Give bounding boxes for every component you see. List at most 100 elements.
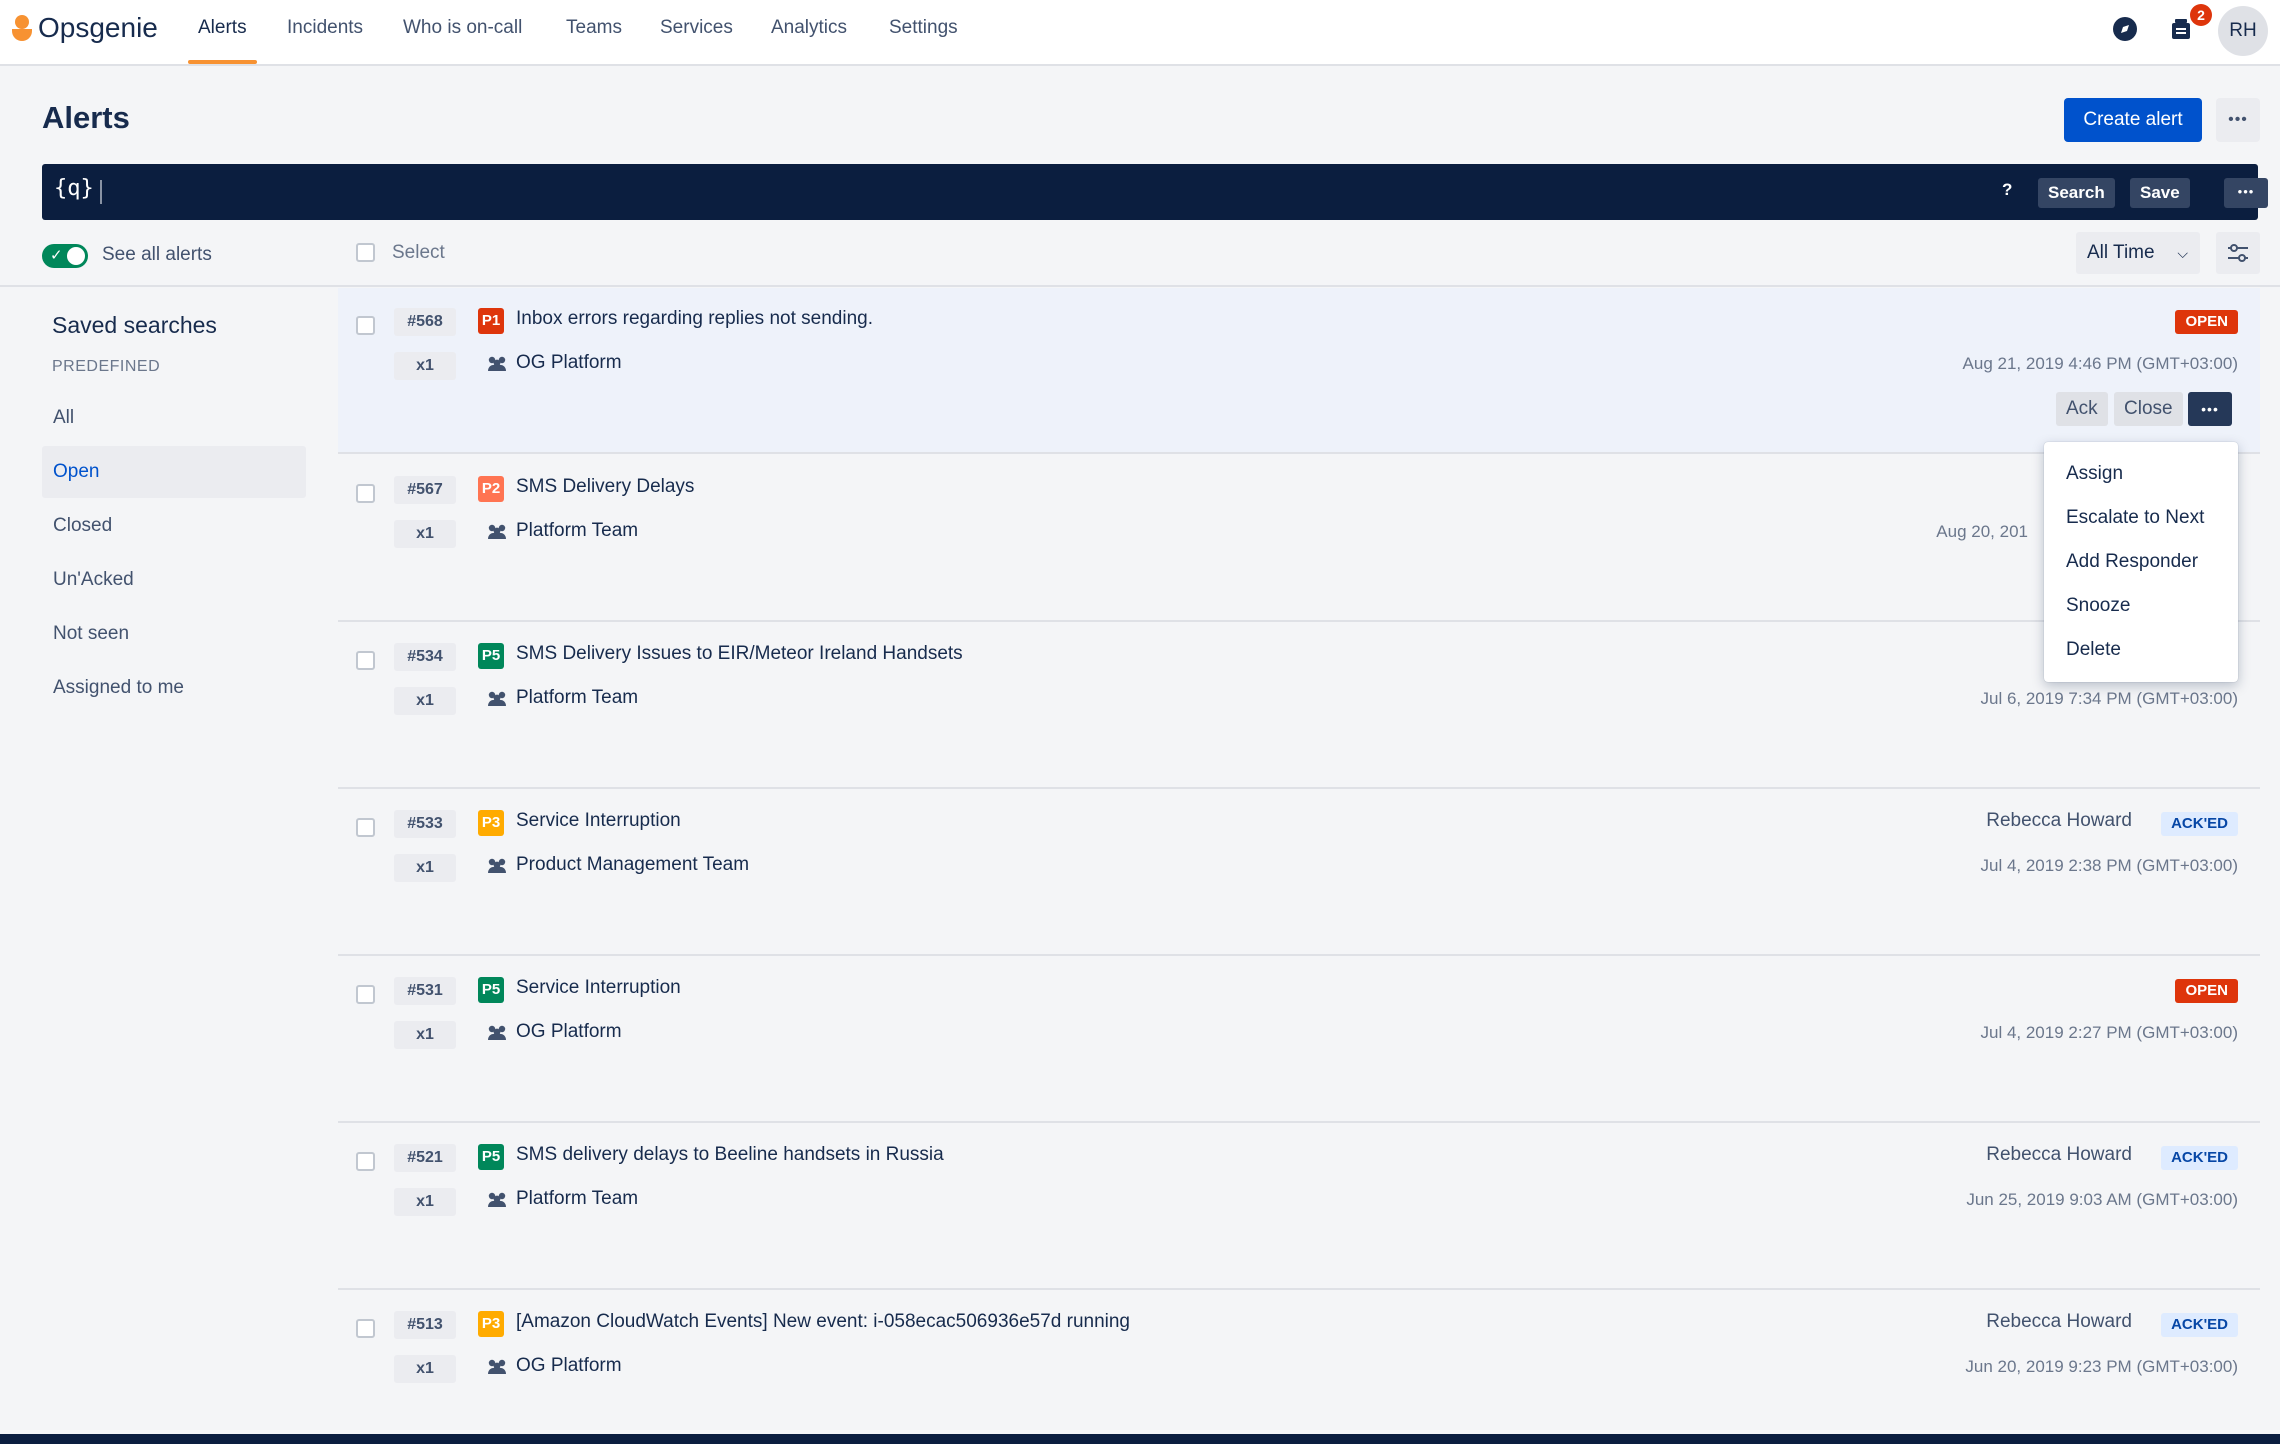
alert-checkbox[interactable]: [356, 316, 375, 335]
nav-settings[interactable]: Settings: [889, 0, 958, 64]
team-icon: [488, 691, 506, 706]
team-icon: [488, 356, 506, 371]
opsgenie-logo-icon: [12, 13, 32, 43]
app-name: Opsgenie: [38, 12, 158, 43]
alert-checkbox[interactable]: [356, 985, 375, 1004]
search-input[interactable]: [108, 174, 2008, 210]
select-all-checkbox[interactable]: [356, 243, 375, 262]
menu-item-delete[interactable]: Delete: [2044, 628, 2238, 672]
alert-timestamp: Aug 21, 2019 4:46 PM (GMT+03:00): [1962, 354, 2238, 373]
alert-checkbox[interactable]: [356, 1152, 375, 1171]
save-search-button[interactable]: Save: [2130, 178, 2190, 208]
priority-badge: P5: [478, 977, 504, 1003]
search-help-button[interactable]: ?: [2002, 180, 2012, 200]
alert-row[interactable]: #521 x1 P5 SMS delivery delays to Beelin…: [338, 1124, 2260, 1290]
sidebar-item-not-seen[interactable]: Not seen: [42, 608, 306, 660]
page-title: Alerts: [42, 100, 130, 135]
compass-icon[interactable]: [2110, 14, 2140, 44]
query-icon: {q}: [54, 176, 94, 201]
sidebar-item-unacked[interactable]: Un'Acked: [42, 554, 306, 606]
sidebar-item-assigned-to-me[interactable]: Assigned to me: [42, 662, 306, 714]
avatar[interactable]: RH: [2218, 6, 2268, 56]
status-badge: OPEN: [2175, 310, 2238, 334]
alert-id: #534: [394, 643, 456, 671]
sidebar-item-all[interactable]: All: [42, 392, 306, 444]
search-more-button[interactable]: [2224, 178, 2268, 208]
priority-badge: P1: [478, 308, 504, 334]
alert-row[interactable]: #531 x1 P5 Service Interruption OG Platf…: [338, 957, 2260, 1123]
alert-message[interactable]: Service Interruption: [516, 977, 681, 999]
notifications-badge: 2: [2190, 4, 2212, 26]
search-button[interactable]: Search: [2038, 178, 2115, 208]
alert-owner: Rebecca Howard: [1986, 1311, 2132, 1332]
status-badge: ACK'ED: [2161, 1146, 2238, 1170]
nav-incidents[interactable]: Incidents: [287, 0, 363, 64]
alert-message[interactable]: SMS Delivery Delays: [516, 476, 694, 498]
row-actions-menu: Assign Escalate to Next Add Responder Sn…: [2044, 442, 2238, 682]
alert-message[interactable]: SMS Delivery Issues to EIR/Meteor Irelan…: [516, 643, 963, 665]
alert-count: x1: [394, 687, 456, 715]
status-badge: OPEN: [2175, 979, 2238, 1003]
sidebar-item-open[interactable]: Open: [42, 446, 306, 498]
check-icon: ✓: [50, 247, 63, 264]
alert-checkbox[interactable]: [356, 818, 375, 837]
team-icon: [488, 858, 506, 873]
menu-item-add-responder[interactable]: Add Responder: [2044, 540, 2238, 584]
alert-row[interactable]: #568 x1 P1 Inbox errors regarding replie…: [338, 288, 2260, 454]
menu-item-assign[interactable]: Assign: [2044, 452, 2238, 496]
priority-badge: P5: [478, 1144, 504, 1170]
alert-message[interactable]: [Amazon CloudWatch Events] New event: i-…: [516, 1311, 1130, 1333]
nav-analytics[interactable]: Analytics: [771, 0, 847, 64]
alert-checkbox[interactable]: [356, 1319, 375, 1338]
alert-message[interactable]: Inbox errors regarding replies not sendi…: [516, 308, 873, 330]
row-more-button[interactable]: [2188, 392, 2232, 426]
opsgenie-logo[interactable]: Opsgenie: [12, 12, 158, 44]
sliders-icon: [2228, 244, 2248, 262]
sidebar-item-closed[interactable]: Closed: [42, 500, 306, 552]
alert-timestamp: Jun 25, 2019 9:03 AM (GMT+03:00): [1966, 1190, 2238, 1209]
alert-row[interactable]: #533 x1 P3 Service Interruption Product …: [338, 790, 2260, 956]
alert-checkbox[interactable]: [356, 484, 375, 503]
nav-who-is-on-call[interactable]: Who is on-call: [403, 0, 522, 64]
alert-team: Platform Team: [516, 1188, 639, 1209]
filter-settings-button[interactable]: [2216, 232, 2260, 274]
bottom-bar: [0, 1434, 2280, 1444]
time-filter-value: All Time: [2087, 242, 2155, 263]
alert-timestamp: Jul 4, 2019 2:38 PM (GMT+03:00): [1980, 856, 2239, 875]
nav-alerts[interactable]: Alerts: [188, 0, 257, 64]
alert-checkbox[interactable]: [356, 651, 375, 670]
close-button[interactable]: Close: [2114, 392, 2183, 426]
alert-id: #533: [394, 810, 456, 838]
alert-count: x1: [394, 1188, 456, 1216]
priority-badge: P3: [478, 1311, 504, 1337]
alert-team: Platform Team: [516, 687, 639, 708]
see-all-alerts-toggle[interactable]: ✓: [42, 244, 88, 268]
menu-item-snooze[interactable]: Snooze: [2044, 584, 2238, 628]
alert-row[interactable]: #534 x1 P5 SMS Delivery Issues to EIR/Me…: [338, 623, 2260, 789]
alert-id: #521: [394, 1144, 456, 1172]
alert-count: x1: [394, 520, 456, 548]
alert-row[interactable]: #567 x1 P2 SMS Delivery Delays Platform …: [338, 456, 2260, 622]
status-badge: ACK'ED: [2161, 812, 2238, 836]
header-more-button[interactable]: [2216, 98, 2260, 142]
alert-timestamp: Jul 6, 2019 7:34 PM (GMT+03:00): [1980, 689, 2239, 708]
chevron-down-icon: ⌵: [2177, 245, 2188, 261]
alert-count: x1: [394, 854, 456, 882]
ack-button[interactable]: Ack: [2056, 392, 2108, 426]
predefined-category: PREDEFINED: [52, 358, 161, 375]
see-all-alerts-label: See all alerts: [102, 244, 212, 265]
alert-owner: Rebecca Howard: [1986, 810, 2132, 831]
status-badge: ACK'ED: [2161, 1313, 2238, 1337]
nav-services[interactable]: Services: [660, 0, 733, 64]
alert-message[interactable]: Service Interruption: [516, 810, 681, 832]
alert-id: #567: [394, 476, 456, 504]
nav-teams[interactable]: Teams: [566, 0, 622, 64]
alert-timestamp: Jul 4, 2019 2:27 PM (GMT+03:00): [1980, 1023, 2239, 1042]
alert-timestamp: Aug 20, 201: [1936, 522, 2028, 541]
menu-item-escalate-to-next[interactable]: Escalate to Next: [2044, 496, 2238, 540]
saved-searches-title: Saved searches: [52, 312, 217, 338]
alert-row[interactable]: #513 x1 P3 [Amazon CloudWatch Events] Ne…: [338, 1291, 2260, 1444]
create-alert-button[interactable]: Create alert: [2064, 98, 2202, 142]
alert-message[interactable]: SMS delivery delays to Beeline handsets …: [516, 1144, 944, 1166]
time-filter-select[interactable]: All Time ⌵: [2076, 232, 2200, 274]
